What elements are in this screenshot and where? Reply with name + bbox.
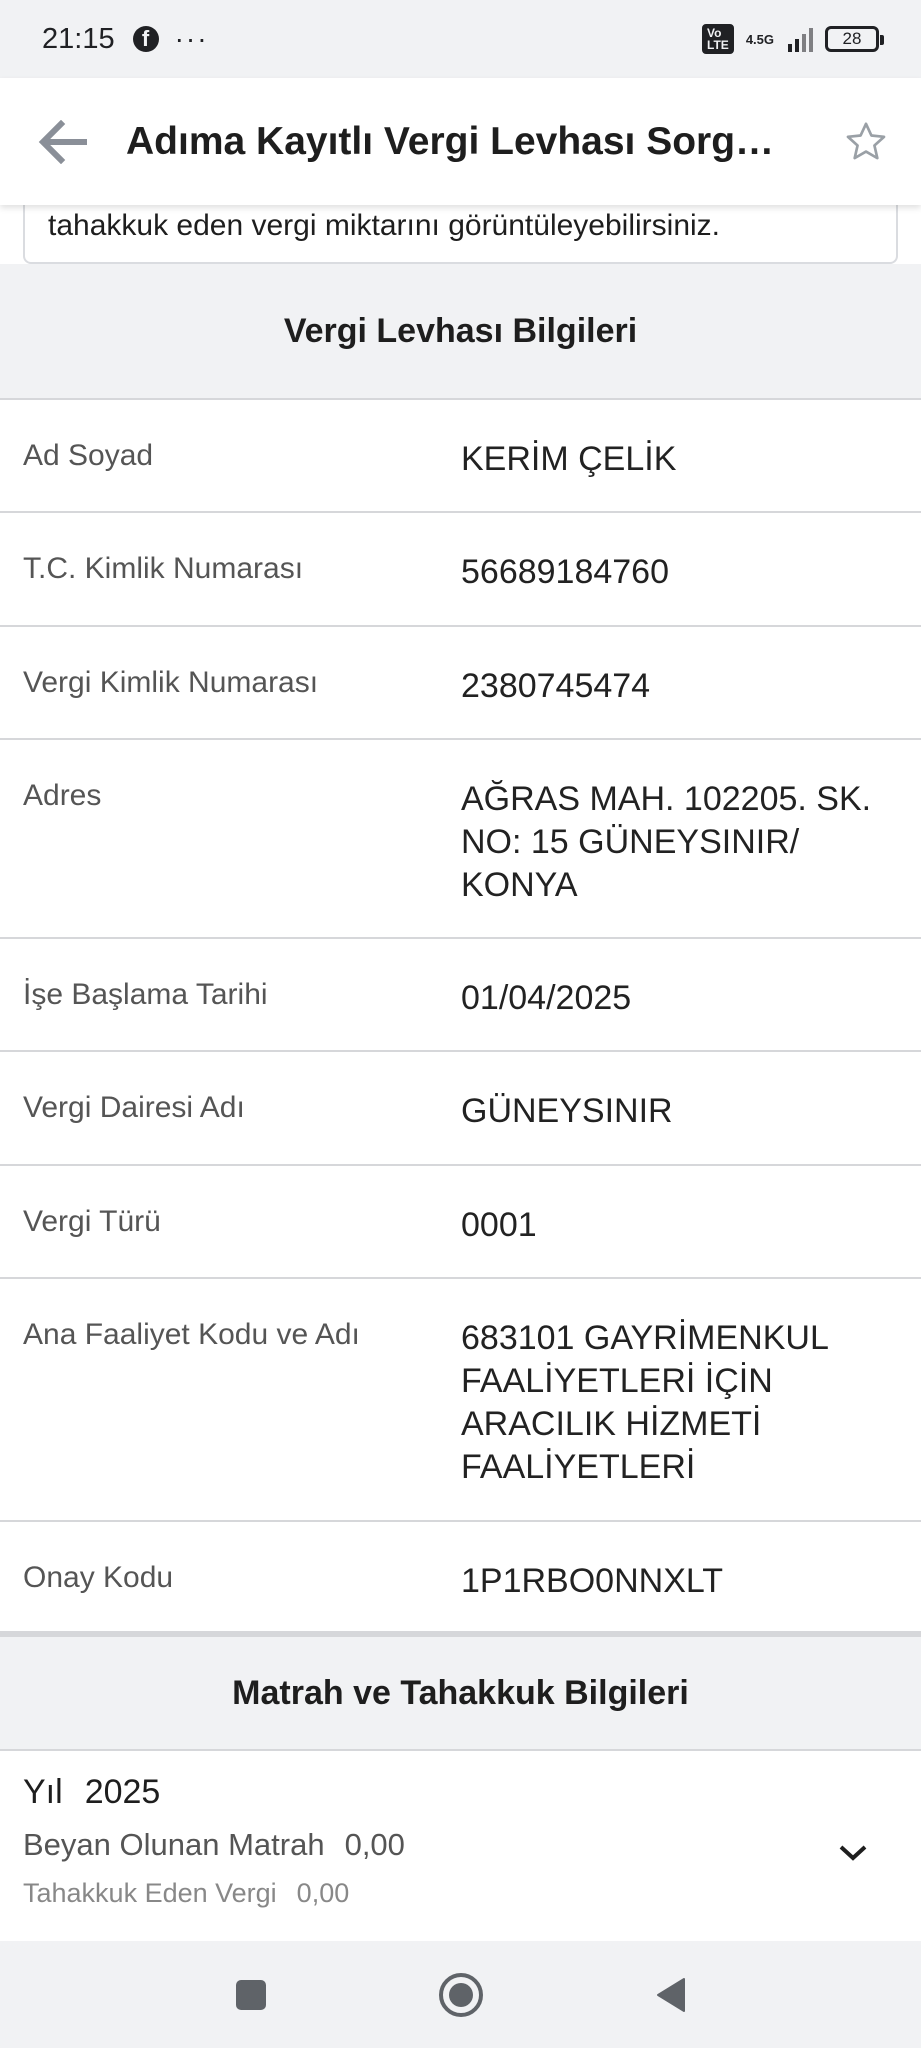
row-label: Vergi Türü xyxy=(23,1205,161,1238)
status-time: 21:15 xyxy=(42,22,115,55)
battery-icon: 28 xyxy=(825,26,884,52)
row-value: 0001 xyxy=(461,1206,537,1244)
table-row: Vergi Türü 0001 xyxy=(0,1166,921,1279)
more-notifications-icon: ··· xyxy=(174,23,209,54)
row-value: AĞRAS MAH. 102205. SK. NO: 15 GÜNEYSINIR… xyxy=(461,780,872,904)
tahakkuk-label: Tahakkuk Eden Vergi xyxy=(23,1878,277,1908)
status-icons: Vo LTE 4.5G 28 xyxy=(702,24,884,54)
year-label: Yıl xyxy=(23,1773,63,1811)
section-title: Vergi Levhası Bilgileri xyxy=(283,311,638,350)
triangle-back-icon xyxy=(656,1977,685,2012)
row-value: 1P1RBO0NNXLT xyxy=(461,1562,724,1600)
row-value: 683101 GAYRİMENKUL FAALİYETLERİ İÇİN ARA… xyxy=(461,1319,828,1486)
page-title: Adıma Kayıtlı Vergi Levhası Sorgulama xyxy=(126,119,776,163)
table-row: T.C. Kimlik Numarası 56689184760 xyxy=(0,513,921,627)
favorite-button[interactable] xyxy=(811,78,921,205)
row-label: Ana Faaliyet Kodu ve Adı xyxy=(23,1318,360,1351)
row-value: 56689184760 xyxy=(461,553,670,591)
chevron-down-icon xyxy=(839,1845,867,1861)
info-card-text: tahakkuk eden vergi miktarını görüntüley… xyxy=(48,209,720,242)
beyan-value: 0,00 xyxy=(344,1827,405,1862)
row-value: GÜNEYSINIR xyxy=(461,1092,673,1130)
volte-icon: Vo LTE xyxy=(702,24,734,54)
row-value: 01/04/2025 xyxy=(461,979,632,1017)
section-heading-levha: Vergi Levhası Bilgileri xyxy=(0,264,921,400)
table-row: Onay Kodu 1P1RBO0NNXLT xyxy=(0,1522,921,1633)
row-value: KERİM ÇELİK xyxy=(461,440,677,478)
tahakkuk-value: 0,00 xyxy=(296,1878,350,1908)
back-nav-button[interactable] xyxy=(641,1965,701,2025)
table-row: Adres AĞRAS MAH. 102205. SK. NO: 15 GÜNE… xyxy=(0,740,921,939)
beyan-line: Beyan Olunan Matrah 0,00 xyxy=(23,1827,898,1863)
system-nav-bar xyxy=(0,1941,921,2048)
back-button[interactable] xyxy=(0,78,126,205)
table-row: Ad Soyad KERİM ÇELİK xyxy=(0,400,921,513)
status-bar: 21:15 f ··· Vo LTE 4.5G 28 xyxy=(0,0,921,78)
row-label: Vergi Dairesi Adı xyxy=(23,1091,245,1124)
row-label: Adres xyxy=(23,779,102,812)
table-row: Ana Faaliyet Kodu ve Adı 683101 GAYRİMEN… xyxy=(0,1279,921,1522)
row-value: 2380745474 xyxy=(461,667,651,705)
table-row: İşe Başlama Tarihi 01/04/2025 xyxy=(0,939,921,1052)
star-outline-icon xyxy=(846,121,886,159)
row-label: Onay Kodu xyxy=(23,1561,174,1594)
levha-table: Ad Soyad KERİM ÇELİK T.C. Kimlik Numaras… xyxy=(0,400,921,1633)
year-accordion-item[interactable]: Yıl 2025 Beyan Olunan Matrah 0,00 Tahakkuk… xyxy=(0,1751,921,1941)
row-label: Ad Soyad xyxy=(23,439,154,472)
beyan-label: Beyan Olunan Matrah xyxy=(23,1827,325,1862)
section-title: Matrah ve Tahakkuk Bilgileri xyxy=(232,1673,689,1712)
table-row: Vergi Dairesi Adı GÜNEYSINIR xyxy=(0,1052,921,1166)
section-heading-matrah: Matrah ve Tahakkuk Bilgileri xyxy=(0,1633,921,1751)
home-button[interactable] xyxy=(431,1965,491,2025)
home-circle-icon xyxy=(438,1972,483,2017)
signal-icon xyxy=(788,26,813,52)
network-type: 4.5G xyxy=(745,31,774,47)
row-label: Vergi Kimlik Numarası xyxy=(23,666,319,699)
year-line: Yıl 2025 xyxy=(23,1773,898,1812)
facebook-icon: f xyxy=(132,26,159,52)
year-value: 2025 xyxy=(84,1773,161,1811)
arrow-left-icon xyxy=(38,119,87,164)
square-icon xyxy=(235,1979,266,2010)
row-label: İşe Başlama Tarihi xyxy=(23,978,268,1011)
app-bar: Adıma Kayıtlı Vergi Levhası Sorgulama xyxy=(0,78,921,205)
battery-level: 28 xyxy=(842,29,862,48)
row-label: T.C. Kimlik Numarası xyxy=(23,552,304,585)
recent-apps-button[interactable] xyxy=(221,1965,281,2025)
tahakkuk-line: Tahakkuk Eden Vergi 0,00 xyxy=(23,1878,898,1909)
expand-button[interactable] xyxy=(833,1833,873,1873)
table-row: Vergi Kimlik Numarası 2380745474 xyxy=(0,627,921,740)
